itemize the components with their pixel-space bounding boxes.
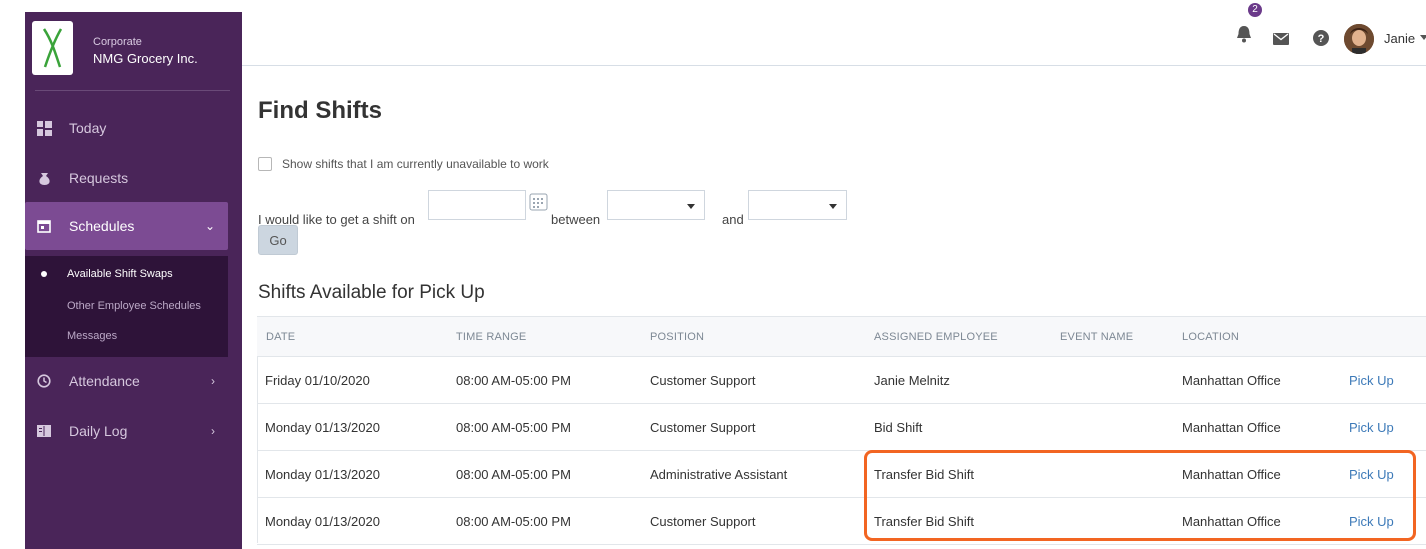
- and-label: and: [722, 212, 744, 227]
- company-logo: [32, 21, 73, 75]
- subnav-label: Other Employee Schedules: [67, 300, 201, 312]
- cell-time-range: 08:00 AM-05:00 PM: [456, 420, 571, 435]
- sidebar-item-label: Requests: [69, 170, 129, 186]
- pick-up-link[interactable]: Pick Up: [1349, 373, 1394, 388]
- start-time-select[interactable]: [607, 190, 705, 220]
- user-name[interactable]: Janie: [1384, 31, 1415, 46]
- brand-divider: [35, 90, 230, 91]
- subnav-label: Messages: [67, 330, 118, 342]
- pick-up-link[interactable]: Pick Up: [1349, 467, 1394, 482]
- active-dot-icon: [41, 271, 47, 277]
- calendar-icon: [36, 218, 52, 234]
- schedules-submenu: Available Shift Swaps Other Employee Sch…: [25, 256, 228, 357]
- cell-location: Manhattan Office: [1182, 467, 1281, 482]
- subnav-available-shift-swaps[interactable]: Available Shift Swaps: [25, 259, 228, 289]
- book-icon: [36, 423, 52, 439]
- cell-employee: Transfer Bid Shift: [874, 467, 974, 482]
- grid-icon: [36, 120, 52, 136]
- sidebar-item-today[interactable]: Today: [25, 105, 228, 151]
- sidebar-item-label: Schedules: [69, 218, 135, 234]
- avatar[interactable]: [1344, 24, 1374, 54]
- cell-date: Monday 01/13/2020: [265, 514, 380, 529]
- cell-position: Customer Support: [650, 373, 756, 388]
- dropdown-arrow-icon: [687, 204, 695, 209]
- cell-date: Monday 01/13/2020: [265, 467, 380, 482]
- subnav-label: Available Shift Swaps: [67, 268, 173, 280]
- shifts-table: DATE TIME RANGE POSITION ASSIGNED EMPLOY…: [257, 316, 1426, 545]
- cell-date: Monday 01/13/2020: [265, 420, 380, 435]
- shift-date-input[interactable]: [428, 190, 526, 220]
- chevron-right-icon: ›: [211, 424, 215, 438]
- table-row: Monday 01/13/2020 08:00 AM-05:00 PM Cust…: [257, 404, 1426, 451]
- sidebar-item-attendance[interactable]: Attendance ›: [25, 358, 228, 404]
- calendar-picker-icon[interactable]: [529, 192, 549, 212]
- cell-employee: Bid Shift: [874, 420, 923, 435]
- cell-employee: Transfer Bid Shift: [874, 514, 974, 529]
- sidebar-item-label: Attendance: [69, 373, 140, 389]
- unavailable-shifts-option[interactable]: Show shifts that I am currently unavaila…: [258, 155, 549, 173]
- cell-location: Manhattan Office: [1182, 514, 1281, 529]
- pick-up-link[interactable]: Pick Up: [1349, 514, 1394, 529]
- mail-icon[interactable]: [1273, 32, 1289, 50]
- table-header: DATE TIME RANGE POSITION ASSIGNED EMPLOY…: [257, 317, 1426, 357]
- sidebar-item-label: Daily Log: [69, 423, 128, 439]
- cell-location: Manhattan Office: [1182, 373, 1281, 388]
- header-assigned-employee: ASSIGNED EMPLOYEE: [874, 331, 998, 343]
- cell-time-range: 08:00 AM-05:00 PM: [456, 467, 571, 482]
- dropdown-arrow-icon: [829, 204, 837, 209]
- end-time-select[interactable]: [748, 190, 847, 220]
- pick-up-link[interactable]: Pick Up: [1349, 420, 1394, 435]
- section-title: Shifts Available for Pick Up: [258, 282, 485, 303]
- table-row: Friday 01/10/2020 08:00 AM-05:00 PM Cust…: [257, 357, 1426, 404]
- cell-date: Friday 01/10/2020: [265, 373, 370, 388]
- cell-time-range: 08:00 AM-05:00 PM: [456, 514, 571, 529]
- page-title: Find Shifts: [258, 97, 382, 124]
- header-position: POSITION: [650, 331, 705, 343]
- cell-position: Customer Support: [650, 514, 756, 529]
- sidebar: Corporate NMG Grocery Inc. Today Request…: [25, 12, 242, 549]
- checkbox-label: Show shifts that I am currently unavaila…: [282, 157, 549, 171]
- cell-position: Administrative Assistant: [650, 467, 788, 482]
- sidebar-item-schedules[interactable]: Schedules ⌄: [25, 202, 228, 250]
- bell-icon[interactable]: [1236, 24, 1252, 49]
- notification-badge: 2: [1248, 3, 1262, 17]
- brand: Corporate NMG Grocery Inc.: [25, 12, 242, 88]
- go-button[interactable]: Go: [258, 225, 298, 255]
- cell-employee: Janie Melnitz: [874, 373, 950, 388]
- svg-text:?: ?: [1318, 33, 1325, 45]
- header-date: DATE: [266, 331, 296, 343]
- clock-icon: [36, 373, 52, 389]
- subnav-other-employee-schedules[interactable]: Other Employee Schedules: [25, 291, 228, 321]
- unavailable-shifts-checkbox[interactable]: [258, 157, 272, 171]
- sidebar-item-requests[interactable]: Requests: [25, 155, 228, 201]
- subnav-messages[interactable]: Messages: [25, 321, 228, 351]
- between-label: between: [551, 212, 601, 227]
- cell-time-range: 08:00 AM-05:00 PM: [456, 373, 571, 388]
- chevron-down-icon: ⌄: [204, 219, 215, 233]
- brand-name: NMG Grocery Inc.: [93, 51, 198, 66]
- header-event-name: EVENT NAME: [1060, 331, 1134, 343]
- header-location: LOCATION: [1182, 331, 1240, 343]
- table-row: Monday 01/13/2020 08:00 AM-05:00 PM Admi…: [257, 451, 1426, 498]
- caret-down-icon[interactable]: [1420, 35, 1426, 40]
- sidebar-item-daily-log[interactable]: Daily Log ›: [25, 408, 228, 454]
- header-time-range: TIME RANGE: [456, 331, 527, 343]
- sidebar-item-label: Today: [69, 120, 107, 136]
- money-bag-icon: [36, 170, 52, 186]
- cell-location: Manhattan Office: [1182, 420, 1281, 435]
- brand-subtitle: Corporate: [93, 36, 142, 48]
- cell-position: Customer Support: [650, 420, 756, 435]
- table-row: Monday 01/13/2020 08:00 AM-05:00 PM Cust…: [257, 498, 1426, 545]
- chevron-right-icon: ›: [211, 374, 215, 388]
- help-icon[interactable]: ?: [1313, 30, 1329, 51]
